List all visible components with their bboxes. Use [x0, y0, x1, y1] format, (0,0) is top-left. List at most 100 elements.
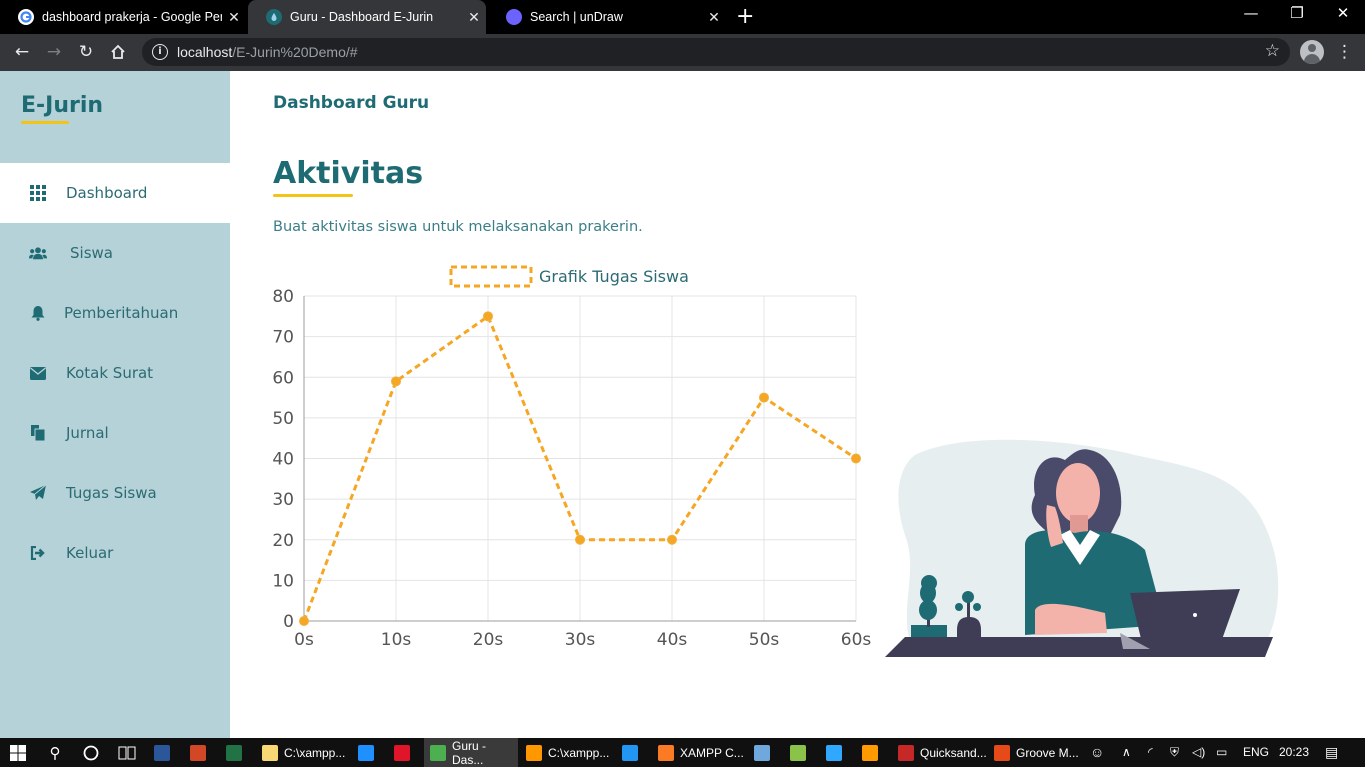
sidebar-item-label: Pemberitahuan — [64, 304, 179, 322]
sidebar-item-pemberitahuan[interactable]: Pemberitahuan — [0, 283, 230, 343]
taskbar-app[interactable] — [616, 738, 650, 767]
wifi-icon[interactable]: ◜ — [1148, 738, 1153, 767]
notepadpp-icon — [790, 744, 806, 761]
taskbar-app[interactable]: XAMPP C... — [652, 738, 746, 767]
sidebar-item-dashboard[interactable]: Dashboard — [0, 163, 230, 223]
search-icon[interactable]: ⚲ — [38, 738, 72, 767]
taskbar-app-label: C:\xampp... — [548, 745, 610, 760]
windows-start-icon[interactable] — [0, 738, 36, 767]
photoshop-icon — [826, 744, 842, 761]
browser-tab-3[interactable]: Search | unDraw ✕ — [488, 0, 726, 34]
volume-icon[interactable]: ◁) — [1192, 738, 1205, 767]
notifications-icon[interactable]: ▤ — [1325, 738, 1338, 767]
y-tick-label: 0 — [283, 612, 294, 632]
undraw-favicon-icon — [506, 9, 522, 25]
sidebar-item-jurnal[interactable]: Jurnal — [0, 403, 230, 463]
sidebar: E-Jurin Dashboard Siswa Pemberitahuan Ko… — [0, 71, 230, 738]
taskbar-app[interactable]: Groove M... — [988, 738, 1082, 767]
close-tab-icon[interactable]: ✕ — [702, 9, 726, 26]
bookmark-star-icon[interactable]: ☆ — [1265, 41, 1280, 61]
edge-icon — [358, 744, 374, 761]
sidebar-item-label: Jurnal — [66, 424, 109, 442]
legend-swatch — [449, 265, 533, 288]
taskbar-app[interactable] — [748, 738, 782, 767]
new-tab-button[interactable]: + — [736, 4, 754, 29]
vscode-icon — [622, 744, 638, 761]
x-tick-label: 40s — [657, 630, 688, 650]
groove-icon — [994, 744, 1010, 761]
title-underline — [273, 194, 353, 197]
users-icon — [29, 244, 47, 262]
task-view-icon[interactable] — [110, 738, 144, 767]
x-tick-label: 0s — [294, 630, 314, 650]
taskbar-app[interactable] — [220, 738, 254, 767]
sidebar-item-kotak-surat[interactable]: Kotak Surat — [0, 343, 230, 403]
browser-menu-icon[interactable]: ⋮ — [1336, 42, 1353, 62]
shield-icon[interactable]: ⛨ — [1170, 738, 1179, 767]
data-point — [759, 392, 769, 403]
sidebar-item-keluar[interactable]: Keluar — [0, 523, 230, 583]
chevron-up-icon[interactable]: ∧ — [1122, 738, 1131, 767]
taskbar-app-label: Groove M... — [1016, 745, 1079, 760]
browser-toolbar: ← → ↻ i localhost/E-Jurin%20Demo/# ☆ — [0, 34, 1365, 71]
data-point — [391, 376, 401, 387]
files-icon — [29, 424, 47, 442]
cortana-icon[interactable] — [74, 738, 108, 767]
reload-icon[interactable]: ↻ — [74, 40, 98, 64]
clock[interactable]: 20:23 — [1279, 738, 1309, 767]
tab-title: dashboard prakerja - Google Pen — [42, 10, 222, 24]
taskbar-app[interactable] — [856, 738, 890, 767]
taskbar-app[interactable] — [352, 738, 386, 767]
legend-label: Grafik Tugas Siswa — [539, 267, 689, 286]
taskbar-app[interactable]: Quicksand... — [892, 738, 987, 767]
taskbar-app[interactable] — [148, 738, 182, 767]
site-info-icon[interactable]: i — [152, 44, 168, 60]
profile-avatar-icon[interactable] — [1300, 40, 1324, 64]
taskbar-app-label: Guru - Das... — [452, 738, 487, 767]
language-indicator[interactable]: ENG — [1243, 738, 1269, 767]
restore-button[interactable]: ❐ — [1274, 4, 1320, 22]
taskbar-app[interactable]: C:\xampp... — [520, 738, 614, 767]
brand-logo[interactable]: E-Jurin — [21, 93, 103, 118]
battery-icon[interactable]: ▭ — [1216, 738, 1227, 767]
forward-arrow-icon[interactable]: → — [42, 40, 66, 64]
taskbar-app[interactable]: C:\xampp... — [256, 738, 350, 767]
close-tab-icon[interactable]: ✕ — [222, 9, 246, 26]
taskbar-app[interactable] — [184, 738, 218, 767]
windows-taskbar: ⚲ C:\xampp... Guru - Das... C:\xampp... XAM… — [0, 738, 1365, 767]
y-tick-label: 10 — [272, 571, 294, 591]
powerpoint-icon — [190, 744, 206, 761]
taskbar-app[interactable] — [820, 738, 854, 767]
close-tab-icon[interactable]: ✕ — [462, 9, 486, 26]
taskbar-app-label: Quicksand... — [920, 745, 987, 760]
browser-tab-2[interactable]: Guru - Dashboard E-Jurin ✕ — [248, 0, 486, 34]
x-tick-label: 20s — [473, 630, 504, 650]
taskbar-app[interactable] — [388, 738, 422, 767]
x-tick-label: 50s — [749, 630, 780, 650]
window-close-button[interactable]: ✕ — [1320, 4, 1365, 22]
bell-icon — [29, 304, 47, 322]
url-path: /E-Jurin%20Demo/# — [232, 44, 358, 60]
y-tick-label: 70 — [272, 328, 294, 348]
sidebar-menu: Dashboard Siswa Pemberitahuan Kotak Sura… — [0, 163, 230, 583]
home-icon[interactable] — [106, 40, 130, 64]
sidebar-item-tugas-siswa[interactable]: Tugas Siswa — [0, 463, 230, 523]
sidebar-item-label: Tugas Siswa — [66, 484, 157, 502]
data-point — [851, 453, 861, 464]
sidebar-item-label: Siswa — [70, 244, 113, 262]
taskbar-app-label: XAMPP C... — [680, 745, 744, 760]
browser-tab-1[interactable]: dashboard prakerja - Google Pen ✕ — [0, 0, 246, 34]
sidebar-item-siswa[interactable]: Siswa — [0, 223, 230, 283]
minimize-button[interactable]: — — [1228, 4, 1274, 22]
people-icon[interactable]: ☺ — [1090, 738, 1104, 767]
address-bar[interactable]: i localhost/E-Jurin%20Demo/# ☆ — [142, 38, 1290, 66]
taskbar-app[interactable] — [784, 738, 818, 767]
drop-favicon-icon — [266, 9, 282, 25]
word-icon — [154, 744, 170, 761]
data-point — [575, 534, 585, 545]
taskbar-app[interactable]: Guru - Das... — [424, 738, 518, 767]
font-icon — [898, 744, 914, 761]
y-tick-label: 40 — [272, 450, 294, 470]
back-arrow-icon[interactable]: ← — [10, 40, 34, 64]
chrome-icon — [430, 744, 446, 761]
